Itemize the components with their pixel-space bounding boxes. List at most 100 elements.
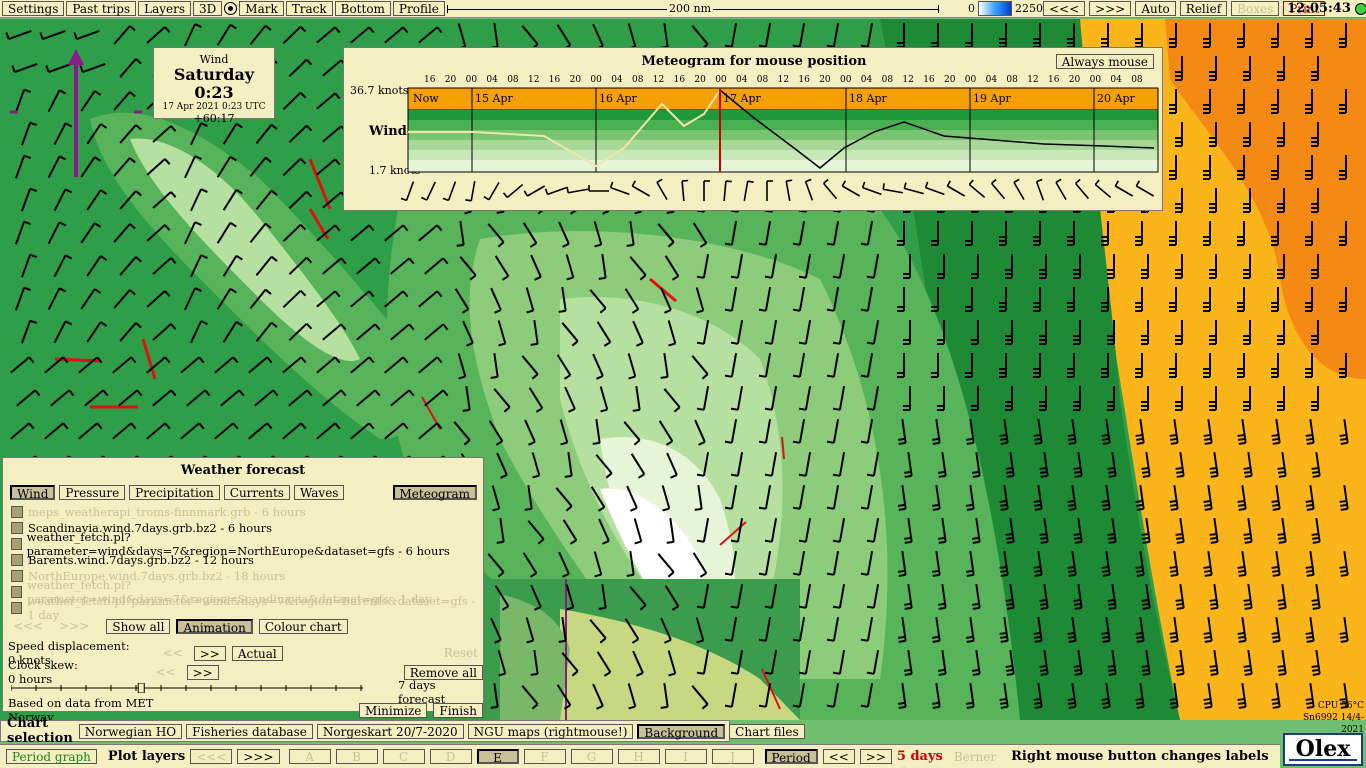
plot-layer-i-button[interactable]: I: [664, 749, 707, 764]
meteogram-hour-tick: 08: [882, 75, 894, 85]
mark-button[interactable]: Mark: [239, 1, 284, 16]
file-checkbox[interactable]: [11, 522, 23, 534]
meteogram-hour-tick: 08: [1131, 75, 1143, 85]
tab-waves[interactable]: Waves: [293, 485, 345, 500]
file-checkbox[interactable]: [11, 586, 22, 598]
layers-next-button[interactable]: >>>: [237, 749, 280, 764]
time-back-button[interactable]: <<<: [1043, 1, 1086, 16]
chart-selection-label: Chart selection: [7, 716, 73, 746]
target-icon[interactable]: [224, 2, 238, 15]
chart-background-button[interactable]: Background: [637, 723, 726, 740]
tab-precipitation[interactable]: Precipitation: [129, 485, 220, 500]
period-next-button[interactable]: >>: [859, 749, 892, 764]
clock: 12:05:43: [1287, 1, 1366, 16]
file-name: meps_weatherapi_troms-finnmark.grb - 6 h…: [28, 505, 306, 519]
plot-layer-j-button[interactable]: J: [711, 749, 754, 764]
plot-layer-e-button[interactable]: E: [476, 749, 519, 765]
finish-button[interactable]: Finish: [433, 702, 483, 718]
show-all-button[interactable]: Show all: [106, 619, 171, 634]
labels-hint: Right mouse button changes labels: [1011, 749, 1269, 764]
depth-gradient: [978, 1, 1012, 16]
plot-layer-g-button[interactable]: G: [570, 749, 613, 764]
files-next-button[interactable]: >>>: [54, 619, 94, 634]
plot-layer-d-button[interactable]: D: [429, 749, 472, 764]
depth-max: 2250: [1015, 2, 1043, 15]
meteogram-ymax: 36.7 knots: [350, 84, 409, 97]
file-checkbox[interactable]: [11, 506, 23, 518]
layers-button[interactable]: Layers: [138, 1, 192, 16]
time-forward-button[interactable]: >>>: [1089, 1, 1132, 16]
file-name: weather_fetch.pl?parameter=wind&days=7&r…: [27, 594, 476, 622]
clock-time: 12:05:43: [1287, 1, 1351, 16]
skew-prev-button[interactable]: <<: [151, 665, 181, 680]
plot-layer-b-button[interactable]: B: [335, 749, 378, 764]
boxes-button[interactable]: Boxes: [1231, 1, 1280, 16]
chart-ngu-button[interactable]: NGU maps (rightmouse!): [467, 723, 634, 739]
past-trips-button[interactable]: Past trips: [66, 1, 137, 16]
wind-day-time: Saturday 0:23: [173, 65, 255, 102]
tab-currents[interactable]: Currents: [223, 485, 290, 500]
meteogram-hour-tick: 20: [694, 75, 706, 85]
file-checkbox[interactable]: [11, 570, 23, 582]
chart-fisheries-button[interactable]: Fisheries database: [186, 723, 313, 739]
forecast-file-item[interactable]: weather_fetch.pl?parameter=wind&days=7&r…: [11, 530, 483, 558]
chart-selection-bar: Chart selection Norwegian HO Fisheries d…: [0, 716, 805, 746]
meteogram-hour-tick: 20: [944, 75, 956, 85]
profile-button[interactable]: Profile: [392, 1, 445, 16]
plot-layer-a-button[interactable]: A: [288, 749, 331, 764]
period-prev-button[interactable]: <<: [822, 749, 855, 764]
forecast-file-item[interactable]: meps_weatherapi_troms-finnmark.grb - 6 h…: [11, 504, 483, 520]
file-checkbox[interactable]: [11, 538, 22, 550]
period-graph-button[interactable]: Period graph: [6, 749, 97, 764]
meteogram-hour-tick: 00: [1090, 75, 1102, 85]
plot-layer-f-button[interactable]: F: [523, 749, 566, 764]
berner-label[interactable]: Berner: [954, 750, 996, 764]
meteogram-panel[interactable]: Meteogram for mouse position Always mous…: [343, 47, 1163, 211]
forecast-file-item[interactable]: weather_fetch.pl?parameter=wind&days=7&r…: [11, 594, 483, 622]
files-prev-button[interactable]: <<<: [8, 619, 48, 634]
file-checkbox[interactable]: [11, 602, 23, 614]
system-status: CPU 56°C Sn6992 14/4-2021: [1290, 700, 1364, 736]
forecast-file-list: meps_weatherapi_troms-finnmark.grb - 6 h…: [11, 504, 483, 622]
chart-norwegian-ho-button[interactable]: Norwegian HO: [78, 723, 183, 739]
meteogram-hour-tick: 16: [674, 75, 686, 85]
meteogram-day-label: 19 Apr: [973, 92, 1011, 105]
period-button[interactable]: Period: [764, 749, 818, 765]
bottom-button[interactable]: Bottom: [334, 1, 391, 16]
colour-chart-button[interactable]: Colour chart: [258, 619, 348, 634]
depth-legend[interactable]: 0 2250: [968, 1, 1043, 16]
tab-pressure[interactable]: Pressure: [59, 485, 126, 500]
meteogram-hour-tick: 16: [1048, 75, 1060, 85]
relief-button[interactable]: Relief: [1179, 1, 1228, 16]
skew-next-button[interactable]: >>: [186, 664, 219, 680]
auto-button[interactable]: Auto: [1135, 1, 1176, 16]
layers-prev-button[interactable]: <<<: [190, 749, 233, 764]
chart-files-button[interactable]: Chart files: [729, 723, 805, 739]
plot-layer-h-button[interactable]: H: [617, 749, 660, 764]
track-button[interactable]: Track: [285, 1, 333, 16]
animation-button[interactable]: Animation: [176, 619, 253, 635]
meteogram-hour-tick: 00: [715, 75, 727, 85]
meteogram-toggle-button[interactable]: Meteogram: [392, 485, 477, 501]
3d-button[interactable]: 3D: [193, 1, 223, 16]
meteogram-chart: 16 20 00 04 08 12 16 20 00 04 08 12 16 20 00 04 08 12 16 20…: [350, 75, 1159, 202]
wind-time-box: Wind Saturday 0:23 17 Apr 2021 0:23 UTC …: [153, 47, 275, 125]
scale-label: 200 nm: [667, 2, 714, 15]
forecast-time-slider[interactable]: [11, 683, 371, 693]
meteogram-hour-tick: 12: [778, 75, 789, 85]
meteogram-hour-tick: 08: [1006, 75, 1018, 85]
meteogram-hour-tick: 00: [965, 75, 977, 85]
minimize-button[interactable]: Minimize: [359, 702, 428, 718]
plot-layers-label: Plot layers: [107, 749, 186, 764]
file-checkbox[interactable]: [11, 554, 23, 566]
weather-forecast-panel[interactable]: Weather forecast Wind Pressure Precipita…: [2, 457, 484, 724]
weather-forecast-title: Weather forecast: [180, 463, 306, 478]
tab-wind[interactable]: Wind: [10, 485, 56, 501]
settings-button[interactable]: Settings: [2, 1, 65, 16]
slider-handle[interactable]: [137, 683, 145, 693]
meteogram-row-label: Wind: [368, 124, 407, 139]
plot-layer-c-button[interactable]: C: [382, 749, 425, 764]
bottom-bar: Period graph Plot layers <<< >>> ABCDEFG…: [0, 744, 1280, 768]
wind-offset: +60:17: [193, 112, 235, 125]
chart-norgeskart-button[interactable]: Norgeskart 20/7-2020: [316, 723, 464, 739]
